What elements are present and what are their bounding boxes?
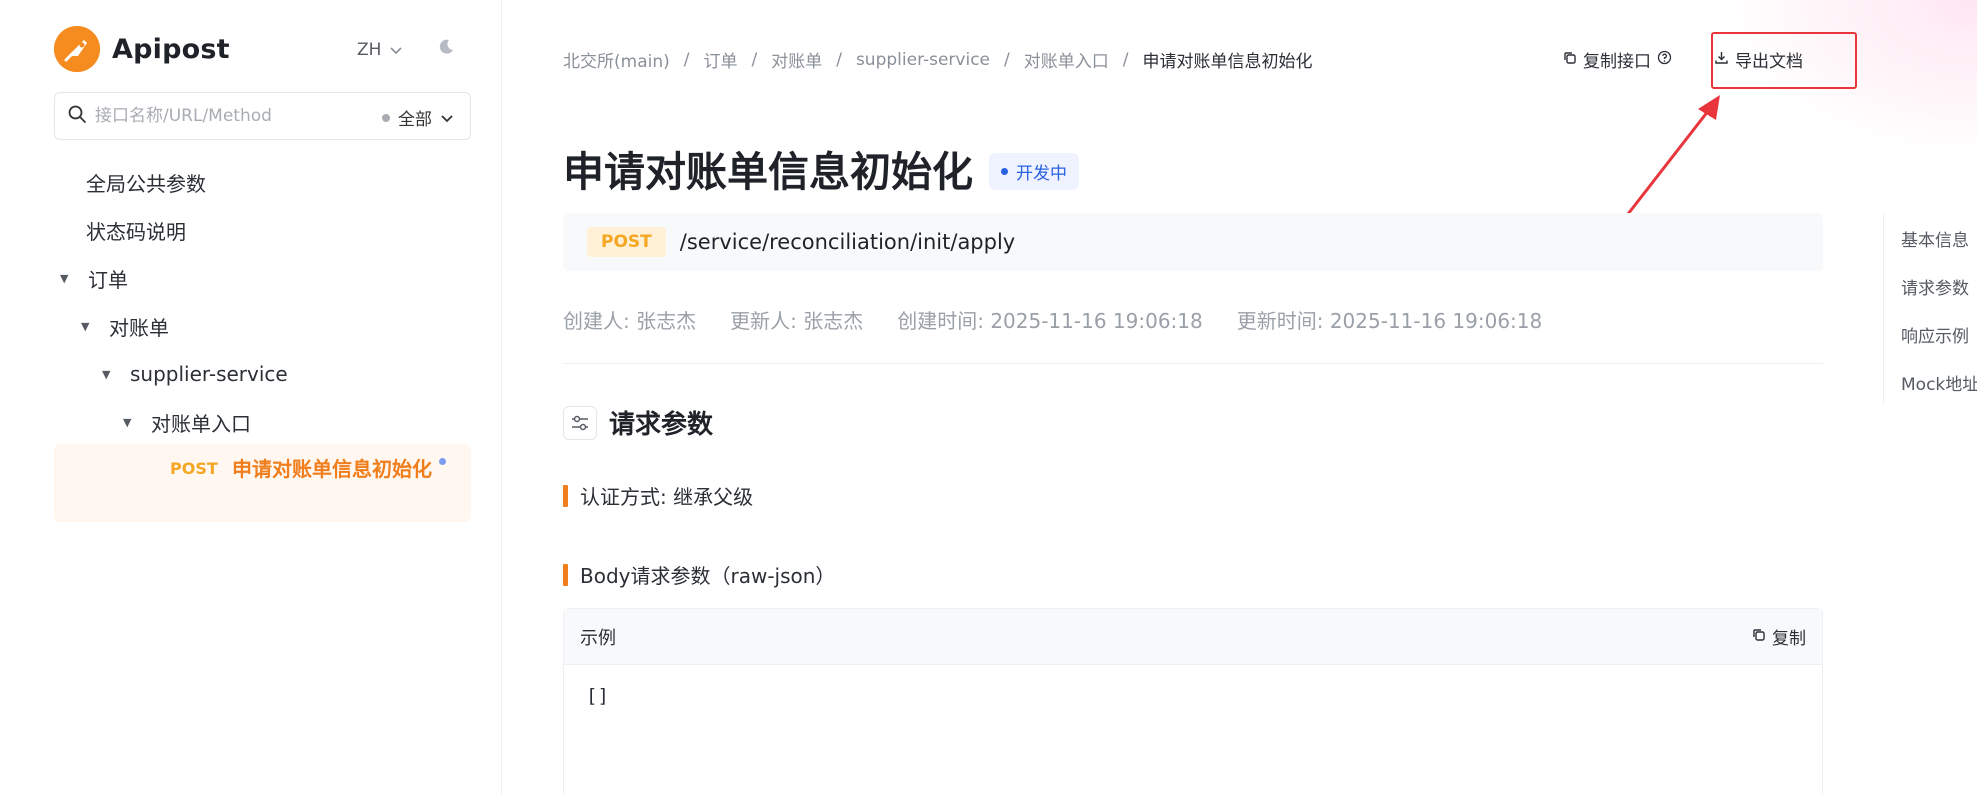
created-time: 创建时间: 2025-11-16 19:06:18	[897, 309, 1203, 333]
anchor-nav: 基本信息 请求参数 响应示例 Mock地址	[1883, 214, 1977, 404]
anchor-request-params[interactable]: 请求参数	[1901, 274, 1969, 299]
example-header: 示例 复制	[564, 609, 1822, 665]
caret-down-icon: ▼	[81, 319, 90, 333]
api-url: /service/reconciliation/init/apply	[679, 230, 1016, 254]
apipost-logo-icon	[54, 26, 100, 72]
tree-item-label: 对账单入口	[151, 411, 251, 436]
page-title: 申请对账单信息初始化 开发中	[563, 138, 1079, 198]
tree-item-label: 订单	[88, 267, 128, 292]
accent-bar	[563, 563, 568, 586]
section-title: 请求参数	[609, 410, 714, 440]
tree-folder-statement-entry[interactable]: ▼ 对账单入口	[123, 400, 251, 444]
copy-api-button[interactable]: 复制接口	[1563, 47, 1672, 72]
status-dot-icon	[1001, 167, 1008, 175]
api-meta: 创建人: 张志杰 更新人: 张志杰 创建时间: 2025-11-16 19:06…	[563, 305, 1542, 334]
sliders-icon	[563, 405, 597, 440]
breadcrumb-separator: /	[751, 49, 758, 70]
breadcrumb-item[interactable]: supplier-service	[856, 50, 990, 70]
status-label: 开发中	[1016, 163, 1067, 184]
tree-item-label: 状态码说明	[86, 219, 186, 244]
method-badge: POST	[587, 227, 666, 257]
creator: 创建人: 张志杰	[563, 309, 697, 333]
search-box: 全部	[54, 92, 471, 140]
breadcrumb-current: 申请对账单信息初始化	[1142, 52, 1313, 72]
updated-time: 更新时间: 2025-11-16 19:06:18	[1236, 309, 1543, 333]
tree-item-global-params[interactable]: 全局公共参数	[86, 160, 206, 204]
copy-icon	[1563, 50, 1577, 70]
chevron-down-icon	[389, 40, 403, 60]
body-params-text: Body请求参数（raw-json）	[580, 564, 836, 588]
divider	[563, 363, 1823, 364]
breadcrumb-item[interactable]: 北交所(main)	[563, 47, 670, 72]
sidebar: Apipost ZH 全部 全局公共参数 状态码说明 ▼ 订	[0, 0, 502, 794]
section-request-params: 请求参数	[563, 404, 713, 441]
url-bar: POST /service/reconciliation/init/apply	[563, 213, 1823, 271]
copy-label: 复制	[1772, 629, 1806, 649]
breadcrumb: 北交所(main) / 订单 / 对账单 / supplier-service …	[563, 47, 1313, 73]
anchor-response-example[interactable]: 响应示例	[1901, 322, 1969, 347]
copy-example-button[interactable]: 复制	[1752, 624, 1806, 649]
tree-item-status-codes[interactable]: 状态码说明	[86, 208, 186, 252]
breadcrumb-separator: /	[836, 49, 842, 70]
search-input[interactable]	[95, 106, 345, 126]
auth-method-label: 认证方式: 继承父级	[580, 485, 754, 509]
tree-folder-supplier-service[interactable]: ▼ supplier-service	[102, 352, 288, 396]
caret-down-icon: ▼	[102, 367, 111, 381]
chevron-down-icon	[440, 108, 454, 128]
method-filter[interactable]: 全部	[382, 105, 454, 130]
status-badge: 开发中	[989, 152, 1079, 190]
caret-down-icon: ▼	[123, 415, 132, 429]
moon-icon[interactable]	[437, 38, 455, 61]
copy-api-label: 复制接口	[1583, 52, 1651, 72]
example-title: 示例	[580, 627, 616, 649]
tree-folder-order[interactable]: ▼ 订单	[60, 256, 128, 300]
breadcrumb-item[interactable]: 订单	[703, 47, 737, 72]
tree-item-active-api[interactable]: POST 申请对账单信息初始化	[54, 444, 471, 522]
language-switcher[interactable]: ZH	[357, 40, 403, 60]
api-title: 申请对账单信息初始化	[563, 148, 973, 196]
caret-down-icon: ▼	[60, 271, 69, 285]
top-actions: 复制接口	[1563, 36, 1672, 72]
active-api-name: 申请对账单信息初始化	[232, 457, 432, 481]
updater: 更新人: 张志杰	[730, 309, 864, 333]
filter-label: 全部	[398, 110, 432, 130]
brand[interactable]: Apipost	[54, 26, 230, 72]
body-params-label: Body请求参数（raw-json）	[563, 560, 835, 589]
accent-bar	[563, 484, 568, 507]
tree-item-label: 对账单	[109, 315, 169, 340]
tree-item-label: supplier-service	[130, 362, 288, 386]
method-badge: POST	[170, 459, 218, 478]
breadcrumb-item[interactable]: 对账单入口	[1024, 47, 1109, 72]
anchor-basic-info[interactable]: 基本信息	[1901, 226, 1969, 251]
status-dot-icon	[439, 458, 446, 465]
example-code[interactable]: []	[564, 665, 1822, 727]
annotation-arrow-icon	[1626, 95, 1720, 215]
tree-folder-statement[interactable]: ▼ 对账单	[81, 304, 169, 348]
language-label: ZH	[357, 40, 382, 60]
anchor-mock-address[interactable]: Mock地址	[1901, 370, 1977, 395]
breadcrumb-separator: /	[1004, 49, 1010, 70]
breadcrumb-separator: /	[683, 49, 690, 70]
export-doc-button[interactable]: 导出文档	[1714, 47, 1803, 72]
breadcrumb-item[interactable]: 对账单	[771, 47, 822, 72]
export-doc-label: 导出文档	[1735, 52, 1803, 72]
auth-method: 认证方式: 继承父级	[563, 481, 753, 510]
brand-name: Apipost	[112, 33, 230, 65]
example-code-box: 示例 复制 []	[563, 608, 1823, 794]
search-icon	[67, 104, 87, 128]
tree-item-label: 全局公共参数	[86, 171, 206, 196]
download-icon	[1714, 50, 1729, 70]
copy-icon	[1752, 627, 1766, 647]
breadcrumb-separator: /	[1122, 49, 1129, 70]
filter-dot-icon	[382, 113, 390, 122]
help-icon[interactable]	[1657, 50, 1672, 70]
